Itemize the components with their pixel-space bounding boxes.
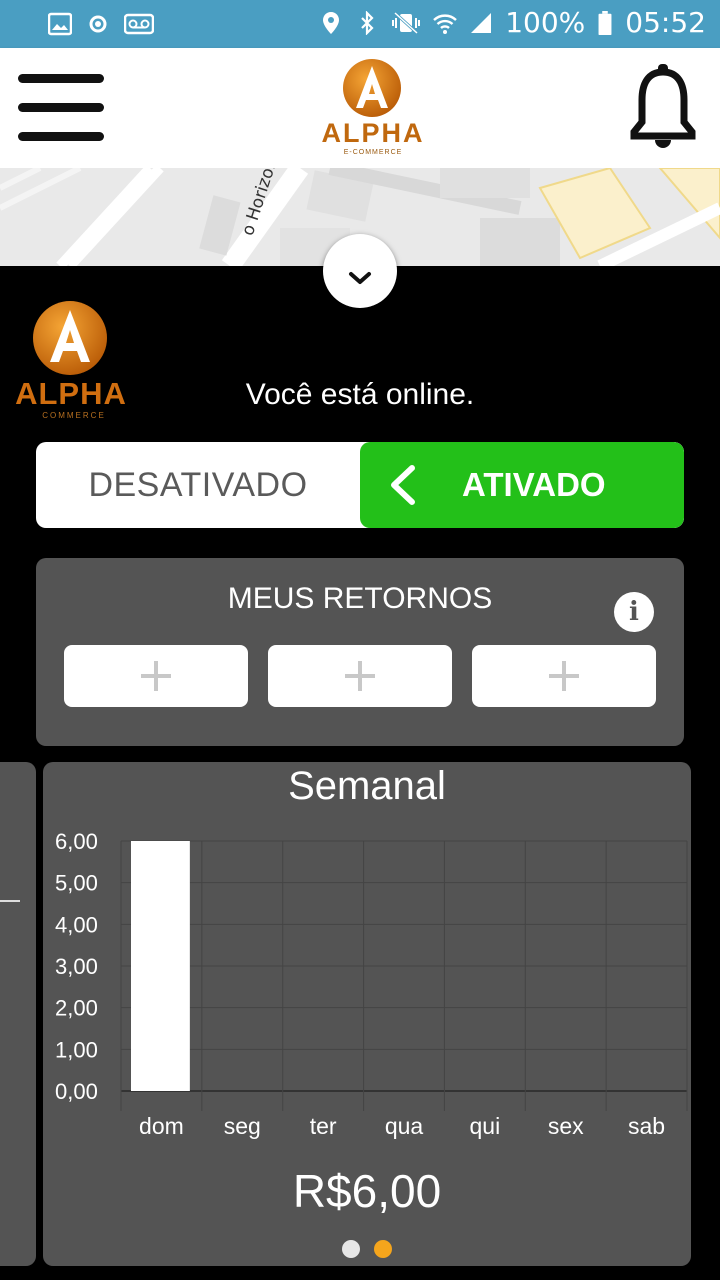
x-tick-label: qua	[385, 1113, 424, 1139]
pager-dot-active[interactable]	[374, 1240, 392, 1258]
logo-subtext: E-COMMERCE	[344, 149, 403, 156]
wifi-icon	[433, 13, 458, 34]
bar	[131, 841, 190, 1091]
plus-icon	[549, 661, 579, 691]
brand-logo-subtext: COMMERCE	[42, 411, 106, 420]
x-tick-label: qui	[470, 1113, 501, 1139]
collapse-panel-button[interactable]	[323, 234, 397, 308]
weekly-bar-chart: 0,00 1,00 2,00 3,00 4,00 5,00 6,00 dom seg ter qua…	[55, 829, 688, 1139]
x-tick-label: seg	[224, 1113, 261, 1139]
status-notifications	[48, 12, 154, 36]
info-icon[interactable]: i	[614, 592, 654, 632]
add-return-slot-3[interactable]	[472, 645, 656, 707]
status-bar: 100% 05:52	[0, 0, 720, 48]
x-tick-label: sex	[548, 1113, 584, 1139]
notifications-bell-icon[interactable]	[630, 64, 696, 148]
signal-icon	[471, 12, 492, 33]
alpha-logo: ALPHA E-COMMERCE	[322, 59, 425, 156]
previous-card-tick	[0, 900, 20, 902]
carousel-pager	[43, 1240, 691, 1258]
weekly-chart-card[interactable]: Semanal 0,00 1,00 2,00 3,00 4,00 5,00 6,00 dom s…	[43, 762, 691, 1266]
chevron-down-icon	[349, 272, 371, 284]
plus-icon	[345, 661, 375, 691]
battery-percent: 100%	[505, 6, 586, 39]
previous-chart-card[interactable]	[0, 762, 36, 1266]
toggle-off-label[interactable]: DESATIVADO	[36, 442, 360, 528]
menu-button[interactable]	[18, 72, 106, 144]
add-return-slot-2[interactable]	[268, 645, 452, 707]
y-tick-label: 0,00	[55, 1079, 98, 1104]
battery-icon	[598, 10, 612, 35]
chart-total: R$6,00	[292, 1165, 442, 1217]
logo-text: ALPHA	[322, 118, 425, 148]
chevron-left-icon	[391, 465, 415, 505]
location-target-icon	[89, 15, 107, 33]
status-system: 100% 05:52	[319, 6, 706, 39]
toggle-on-segment[interactable]: ATIVADO	[360, 442, 684, 528]
my-returns-title: MEUS RETORNOS	[227, 582, 493, 615]
x-tick-label: ter	[310, 1113, 337, 1139]
location-pin-icon	[323, 11, 340, 34]
voicemail-icon	[124, 13, 154, 35]
plus-icon	[141, 661, 171, 691]
app-header: ALPHA E-COMMERCE	[0, 48, 720, 168]
y-tick-label: 2,00	[55, 996, 98, 1021]
menu-icon	[18, 74, 104, 83]
menu-icon-line	[18, 132, 104, 141]
y-tick-label: 6,00	[55, 829, 98, 854]
my-returns-panel: MEUS RETORNOS i	[36, 558, 684, 746]
x-tick-label: sab	[628, 1113, 665, 1139]
vibrate-mute-icon	[392, 11, 421, 34]
y-tick-label: 5,00	[55, 871, 98, 896]
pager-dot[interactable]	[342, 1240, 360, 1258]
gallery-icon	[48, 12, 72, 36]
menu-icon-line	[18, 103, 104, 112]
y-tick-label: 1,00	[55, 1037, 98, 1062]
add-return-slot-1[interactable]	[64, 645, 248, 707]
online-toggle[interactable]: DESATIVADO ATIVADO	[36, 442, 684, 528]
toggle-on-label: ATIVADO	[462, 466, 606, 503]
y-tick-label: 4,00	[55, 912, 98, 937]
status-time: 05:52	[625, 6, 706, 39]
bluetooth-icon	[361, 10, 374, 35]
online-status-text: Você está online.	[245, 378, 475, 411]
y-tick-label: 3,00	[55, 954, 98, 979]
x-tick-label: dom	[139, 1113, 184, 1139]
